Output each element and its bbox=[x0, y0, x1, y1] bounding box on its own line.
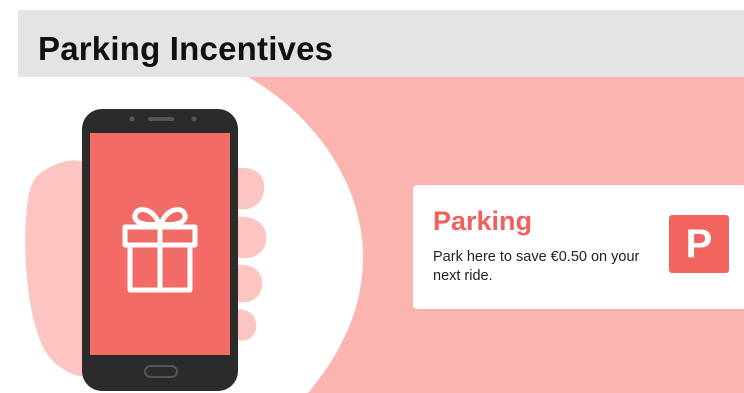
hero-banner: Parking Park here to save €0.50 on your … bbox=[18, 77, 744, 393]
card-title: Parking bbox=[433, 206, 533, 236]
card-description: Park here to save €0.50 on your next rid… bbox=[433, 249, 640, 284]
parking-sign-icon: P bbox=[669, 215, 729, 273]
page-title: Parking Incentives bbox=[38, 30, 334, 67]
page-header: Parking Incentives bbox=[18, 10, 744, 77]
phone-illustration bbox=[25, 109, 267, 391]
parking-badge-letter: P bbox=[685, 222, 713, 266]
parking-info-card: Parking Park here to save €0.50 on your … bbox=[413, 185, 744, 309]
